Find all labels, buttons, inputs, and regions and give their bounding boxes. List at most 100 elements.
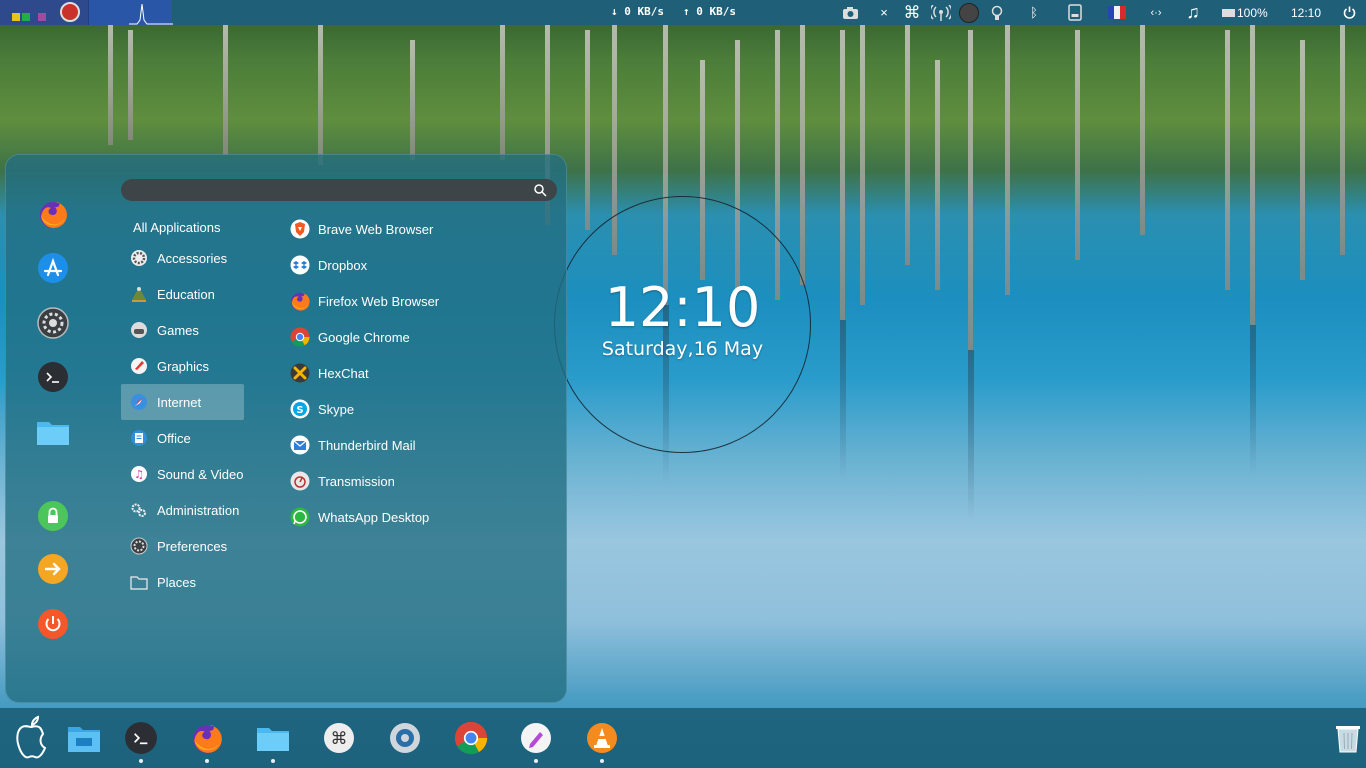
transmission-icon xyxy=(289,470,311,492)
category-games[interactable]: Games xyxy=(121,312,244,348)
app-skype[interactable]: S Skype xyxy=(289,391,354,427)
power-icon[interactable] xyxy=(1340,0,1358,25)
settings-icon xyxy=(37,307,69,339)
app-label: Dropbox xyxy=(318,257,368,273)
battery-indicator[interactable]: 100% xyxy=(1222,0,1274,25)
app-hexchat[interactable]: HexChat xyxy=(289,355,369,391)
accessories-icon xyxy=(129,248,149,268)
category-sound-video[interactable]: ♫ Sound & Video xyxy=(121,456,244,492)
workspace-1[interactable] xyxy=(12,13,20,21)
cpu-graph-icon xyxy=(129,3,173,25)
app-label: Thunderbird Mail xyxy=(318,437,416,453)
favorite-terminal[interactable] xyxy=(36,360,70,394)
app-firefox[interactable]: Firefox Web Browser xyxy=(289,283,439,319)
bluetooth-icon[interactable]: ᛒ xyxy=(1026,0,1042,25)
battery-icon xyxy=(1222,8,1235,17)
app-label: Brave Web Browser xyxy=(318,221,434,237)
battery-percentage: 100% xyxy=(1237,5,1268,20)
app-google-chrome[interactable]: Google Chrome xyxy=(289,319,410,355)
desklet-clock-time: 12:10 xyxy=(604,276,761,339)
network-icon[interactable]: ‹·› xyxy=(1144,0,1168,25)
dock-command[interactable]: ⌘ xyxy=(321,720,357,756)
thunderbird-icon xyxy=(289,434,311,456)
running-indicator xyxy=(534,759,538,763)
search-icon[interactable] xyxy=(533,183,547,197)
category-preferences[interactable]: Preferences xyxy=(121,528,244,564)
category-label: All Applications xyxy=(133,219,221,235)
top-panel: ↓ 0 KB/s ↑ 0 KB/s × ⌘ ᛒ ‹·› ♫ 100% 12:10 xyxy=(0,0,1366,25)
category-internet[interactable]: Internet xyxy=(121,384,244,420)
workspace-2[interactable] xyxy=(22,13,30,21)
dock-firefox[interactable] xyxy=(189,720,225,756)
app-whatsapp[interactable]: WhatsApp Desktop xyxy=(289,499,429,535)
category-education[interactable]: Education xyxy=(121,276,244,312)
dock: ⌘ xyxy=(0,708,1366,768)
keyboard-layout-flag-icon[interactable] xyxy=(1106,0,1128,25)
favorite-files[interactable] xyxy=(36,415,70,449)
dock-terminal[interactable] xyxy=(123,720,159,756)
dock-disk-utility[interactable] xyxy=(387,720,423,756)
category-label: Internet xyxy=(157,394,202,410)
app-transmission[interactable]: Transmission xyxy=(289,463,395,499)
dock-folder[interactable] xyxy=(255,720,291,756)
upload-speed: ↑ 0 KB/s xyxy=(683,5,736,18)
close-icon[interactable]: × xyxy=(876,0,892,25)
workspace-app-icon[interactable] xyxy=(60,2,80,22)
screenshot-icon[interactable] xyxy=(840,0,860,25)
app-thunderbird[interactable]: Thunderbird Mail xyxy=(289,427,416,463)
hexchat-icon xyxy=(289,362,311,384)
drive-icon[interactable] xyxy=(1066,0,1084,25)
folder-icon xyxy=(37,422,69,445)
category-graphics[interactable]: Graphics xyxy=(121,348,244,384)
category-office[interactable]: Office xyxy=(121,420,244,456)
dock-text-editor[interactable] xyxy=(518,720,554,756)
internet-icon xyxy=(129,392,149,412)
dropbox-icon xyxy=(289,254,311,276)
category-label: Accessories xyxy=(157,250,228,266)
dock-menu-button[interactable] xyxy=(8,713,54,761)
app-label: Skype xyxy=(318,401,355,417)
app-dropbox[interactable]: Dropbox xyxy=(289,247,367,283)
application-menu: All Applications Accessories Education G… xyxy=(5,154,567,703)
sound-icon[interactable]: ♫ xyxy=(1182,0,1204,25)
firefox-icon xyxy=(289,290,311,312)
lightbulb-icon[interactable] xyxy=(988,0,1006,25)
category-places[interactable]: Places xyxy=(121,564,244,600)
night-mode-icon[interactable] xyxy=(958,0,980,25)
svg-text:♫: ♫ xyxy=(134,468,144,481)
dock-file-manager[interactable] xyxy=(66,720,102,756)
command-icon: ⌘ xyxy=(324,723,354,753)
category-label: Administration xyxy=(157,502,240,518)
firefox-icon xyxy=(193,725,222,753)
app-brave[interactable]: Brave Web Browser xyxy=(289,211,433,247)
lock-icon xyxy=(38,501,68,531)
education-icon xyxy=(129,284,149,304)
preferences-icon xyxy=(129,536,149,556)
logout-button[interactable] xyxy=(36,552,70,586)
lock-screen-button[interactable] xyxy=(36,499,70,533)
chrome-icon xyxy=(454,721,488,755)
workspace-3[interactable] xyxy=(38,13,46,21)
category-administration[interactable]: Administration xyxy=(121,492,244,528)
dock-vlc[interactable] xyxy=(584,720,620,756)
favorite-app-store[interactable] xyxy=(36,251,70,285)
terminal-icon xyxy=(125,722,157,754)
favorite-firefox[interactable] xyxy=(36,197,70,231)
category-label: Graphics xyxy=(157,358,210,374)
search-input[interactable] xyxy=(121,179,557,201)
dock-chrome[interactable] xyxy=(453,720,489,756)
shutdown-button[interactable] xyxy=(36,607,70,641)
dock-trash[interactable] xyxy=(1330,720,1366,756)
wireless-signal-icon[interactable] xyxy=(930,0,952,25)
category-label: Preferences xyxy=(157,538,228,554)
app-label: HexChat xyxy=(318,365,369,381)
system-monitor-applet[interactable] xyxy=(88,0,173,25)
workspace-switcher[interactable] xyxy=(0,0,88,25)
category-accessories[interactable]: Accessories xyxy=(121,240,244,276)
terminal-icon xyxy=(38,362,68,392)
apple-logo-icon xyxy=(16,715,47,759)
favorite-settings[interactable] xyxy=(36,306,70,340)
panel-clock[interactable]: 12:10 xyxy=(1288,0,1324,25)
search-bar[interactable] xyxy=(121,179,557,201)
command-icon[interactable]: ⌘ xyxy=(902,0,922,25)
